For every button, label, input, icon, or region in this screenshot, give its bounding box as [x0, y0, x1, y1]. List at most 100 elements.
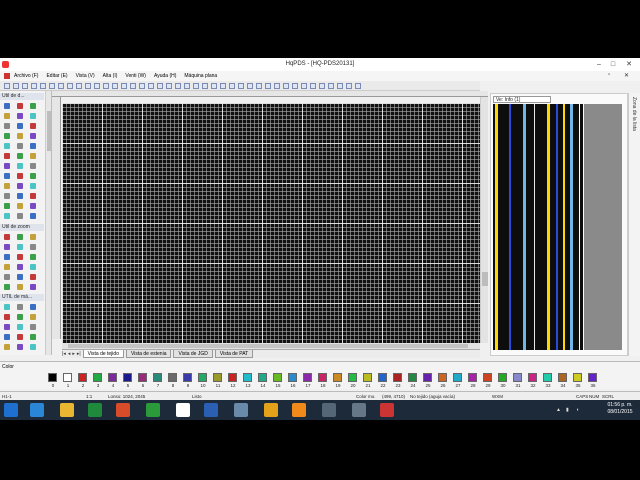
- toolbar-button[interactable]: [274, 83, 280, 89]
- tool-icon[interactable]: [17, 324, 23, 330]
- tool-icon[interactable]: [30, 133, 36, 139]
- tool-icon[interactable]: [4, 324, 10, 330]
- menu-alta[interactable]: Alta (I): [103, 73, 118, 79]
- color-swatch[interactable]: [78, 373, 87, 382]
- color-swatch[interactable]: [558, 373, 567, 382]
- toolbar-button[interactable]: [157, 83, 163, 89]
- color-swatch[interactable]: [168, 373, 177, 382]
- tool-icon[interactable]: [30, 113, 36, 119]
- preview-canvas[interactable]: [493, 104, 583, 350]
- tool-icon[interactable]: [17, 193, 23, 199]
- toolbar-button[interactable]: [40, 83, 46, 89]
- tool-icon[interactable]: [30, 324, 36, 330]
- tool-icon[interactable]: [4, 143, 10, 149]
- toolbar-button[interactable]: [292, 83, 298, 89]
- app-icon-2[interactable]: [352, 403, 366, 417]
- tool-icon[interactable]: [30, 304, 36, 310]
- app-icon-1[interactable]: [322, 403, 336, 417]
- tool-icon[interactable]: [17, 244, 23, 250]
- menu-archivo[interactable]: Archivo (F): [14, 73, 38, 79]
- color-swatch[interactable]: [108, 373, 117, 382]
- toolbar-button[interactable]: [148, 83, 154, 89]
- toolbar-button[interactable]: [211, 83, 217, 89]
- store-icon[interactable]: [146, 403, 160, 417]
- toolbar-button[interactable]: [247, 83, 253, 89]
- calculator-icon[interactable]: [234, 403, 248, 417]
- tool-icon[interactable]: [4, 234, 10, 240]
- tab-next-icon[interactable]: ▸: [72, 351, 75, 357]
- menu-ayuda[interactable]: Ayuda (H): [154, 73, 176, 79]
- tool-icon[interactable]: [30, 143, 36, 149]
- tool-icon[interactable]: [4, 173, 10, 179]
- color-swatch[interactable]: [393, 373, 402, 382]
- tool-icon[interactable]: [4, 103, 10, 109]
- menu-venti[interactable]: Venti (W): [125, 73, 146, 79]
- mdi-close-icon[interactable]: ✕: [624, 72, 629, 79]
- start-icon[interactable]: [4, 403, 18, 417]
- tool-icon[interactable]: [17, 103, 23, 109]
- tool-icon[interactable]: [4, 183, 10, 189]
- color-swatch[interactable]: [363, 373, 372, 382]
- panel-header-util-dibujo[interactable]: Util de d...: [0, 93, 44, 100]
- stitch-grid[interactable]: [62, 103, 480, 343]
- panel-header-util-zoom[interactable]: Util de zoom: [0, 224, 44, 231]
- tab-first-icon[interactable]: |◂: [62, 351, 66, 357]
- tool-icon[interactable]: [4, 264, 10, 270]
- color-swatch[interactable]: [498, 373, 507, 382]
- color-swatch[interactable]: [588, 373, 597, 382]
- tool-icon[interactable]: [4, 163, 10, 169]
- toolbar-button[interactable]: [337, 83, 343, 89]
- color-swatch[interactable]: [228, 373, 237, 382]
- scroll-thumb[interactable]: [68, 344, 468, 348]
- tool-icon[interactable]: [17, 284, 23, 290]
- toolbar-button[interactable]: [184, 83, 190, 89]
- tool-icon[interactable]: [4, 133, 10, 139]
- toolbar-button[interactable]: [130, 83, 136, 89]
- color-swatch[interactable]: [243, 373, 252, 382]
- color-swatch[interactable]: [438, 373, 447, 382]
- mdi-restore-icon[interactable]: ▫: [608, 72, 610, 78]
- tool-icon[interactable]: [4, 284, 10, 290]
- grid-vertical-scrollbar[interactable]: [480, 97, 488, 343]
- tool-icon[interactable]: [17, 153, 23, 159]
- toolbar-button[interactable]: [301, 83, 307, 89]
- toolbar-button[interactable]: [13, 83, 19, 89]
- toolbar-button[interactable]: [175, 83, 181, 89]
- toolbar-button[interactable]: [355, 83, 361, 89]
- tab-prev-icon[interactable]: ◂: [68, 351, 71, 357]
- tool-icon[interactable]: [4, 304, 10, 310]
- color-swatch[interactable]: [273, 373, 282, 382]
- amazon-icon[interactable]: [176, 403, 190, 417]
- tool-icon[interactable]: [4, 113, 10, 119]
- tool-icon[interactable]: [30, 193, 36, 199]
- toolbar-button[interactable]: [283, 83, 289, 89]
- color-swatch[interactable]: [153, 373, 162, 382]
- toolbar-button[interactable]: [121, 83, 127, 89]
- tool-icon[interactable]: [30, 213, 36, 219]
- tab-vista-estenia[interactable]: Vista de estenia: [125, 350, 172, 358]
- panel-header-util-maquina[interactable]: UTIL de má...: [0, 294, 44, 301]
- tool-icon[interactable]: [4, 314, 10, 320]
- tool-icon[interactable]: [17, 133, 23, 139]
- toolbar-button[interactable]: [22, 83, 28, 89]
- tool-icon[interactable]: [30, 274, 36, 280]
- toolbar-button[interactable]: [328, 83, 334, 89]
- toolbar-button[interactable]: [220, 83, 226, 89]
- color-swatch[interactable]: [258, 373, 267, 382]
- toolbar-button[interactable]: [76, 83, 82, 89]
- menu-editar[interactable]: Editar (E): [46, 73, 67, 79]
- color-swatch[interactable]: [198, 373, 207, 382]
- tool-icon[interactable]: [30, 203, 36, 209]
- color-swatch[interactable]: [378, 373, 387, 382]
- menu-maquina-plana[interactable]: Máquina plana: [184, 73, 217, 79]
- menu-vista[interactable]: Vista (V): [76, 73, 95, 79]
- tool-icon[interactable]: [4, 344, 10, 350]
- toolbar-button[interactable]: [103, 83, 109, 89]
- tool-icon[interactable]: [17, 183, 23, 189]
- color-swatch[interactable]: [138, 373, 147, 382]
- maximize-icon[interactable]: □: [608, 60, 618, 69]
- tool-icon[interactable]: [30, 314, 36, 320]
- color-swatch[interactable]: [183, 373, 192, 382]
- tray-network-icon[interactable]: ▮: [566, 407, 569, 413]
- tool-icon[interactable]: [4, 213, 10, 219]
